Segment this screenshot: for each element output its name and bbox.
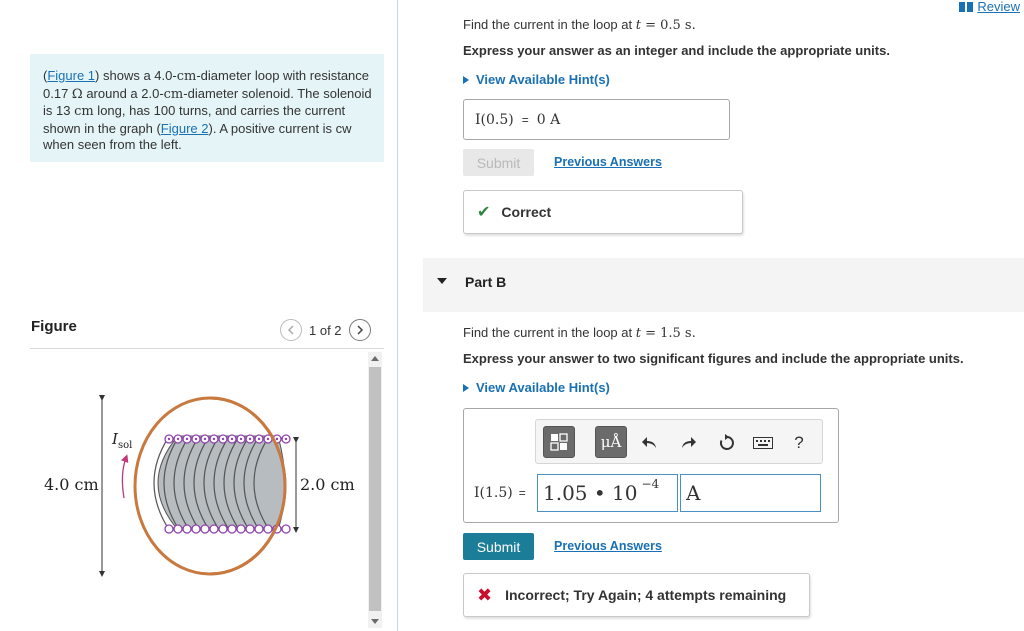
x-icon: ✖ xyxy=(477,584,493,605)
part-b-header[interactable] xyxy=(423,258,1024,312)
part-b-submit-button[interactable]: Submit xyxy=(463,533,534,560)
chevron-left-icon xyxy=(287,325,294,335)
part-b-value-input[interactable]: 1.05 • 10 −4 xyxy=(537,474,678,512)
unit-ohm: Ω xyxy=(71,86,83,102)
caret-right-icon xyxy=(463,75,469,84)
undo-icon[interactable] xyxy=(639,432,661,454)
help-icon[interactable]: ? xyxy=(788,432,810,454)
unit-cm: cm xyxy=(74,104,94,120)
left-panel: (Figure 1) shows a 4.0-cm-diameter loop … xyxy=(0,0,397,631)
equals-sign: = xyxy=(521,112,529,127)
part-a-previous-answers-link[interactable]: Previous Answers xyxy=(554,155,662,169)
math-toolbar: μÅ ? xyxy=(535,419,823,464)
templates-icon xyxy=(550,433,568,451)
figure-scrollbar[interactable] xyxy=(368,352,382,628)
figure-counter: 1 of 2 xyxy=(309,322,342,338)
part-b-title[interactable]: Part B xyxy=(465,274,506,290)
review-label[interactable]: Review xyxy=(977,0,1020,14)
checkmark-icon: ✔ xyxy=(477,204,491,221)
part-a-submit-button[interactable]: Submit xyxy=(463,149,534,176)
part-a-hint-toggle[interactable]: View Available Hint(s) xyxy=(463,72,610,87)
answer-label: I(0.5) xyxy=(475,111,514,128)
feedback-text: Correct xyxy=(501,204,552,220)
redo-icon[interactable] xyxy=(677,432,699,454)
prev-figure-button[interactable] xyxy=(280,319,302,341)
divider xyxy=(30,348,384,349)
unit-cm: cm xyxy=(176,69,197,84)
current-direction-arrow xyxy=(120,454,129,499)
value-mantissa: 1.05 • 10 xyxy=(543,481,638,505)
units-icon: μÅ xyxy=(600,433,622,451)
current-label: Isol xyxy=(111,430,132,451)
scroll-down-icon[interactable] xyxy=(371,619,379,624)
part-b-feedback: ✖ Incorrect; Try Again; 4 attempts remai… xyxy=(463,573,810,617)
problem-statement: (Figure 1) shows a 4.0-cm-diameter loop … xyxy=(30,54,384,162)
part-b-hint-toggle[interactable]: View Available Hint(s) xyxy=(463,380,610,395)
figure-heading: Figure xyxy=(31,318,77,335)
solenoid-diameter-label: 2.0 cm xyxy=(300,475,355,494)
unit-cm: cm xyxy=(163,86,184,102)
hint-label[interactable]: View Available Hint(s) xyxy=(476,380,610,395)
figure-1-link[interactable]: Figure 1 xyxy=(47,68,95,83)
book-icon xyxy=(959,1,974,12)
help-label[interactable]: ? xyxy=(794,433,803,453)
keyboard-icon[interactable] xyxy=(752,432,774,454)
reset-icon[interactable] xyxy=(716,432,738,454)
part-a-question: Find the current in the loop at t = 0.5 … xyxy=(463,17,696,33)
part-b-unit-input[interactable]: A xyxy=(680,474,821,512)
part-b-previous-answers-link[interactable]: Previous Answers xyxy=(554,539,662,553)
scroll-thumb[interactable] xyxy=(369,367,381,611)
answer-value: 0 A xyxy=(536,111,561,128)
part-a-answer-display: I(0.5) = 0 A xyxy=(463,99,730,140)
feedback-text: Incorrect; Try Again; 4 attempts remaini… xyxy=(505,587,787,603)
scroll-up-icon[interactable] xyxy=(371,356,379,361)
review-link[interactable]: Review xyxy=(959,0,1020,14)
problem-text: shows a 4.0- xyxy=(99,68,177,83)
part-b-instruction: Express your answer to two significant f… xyxy=(463,351,964,366)
next-figure-button[interactable] xyxy=(348,319,371,341)
solenoid-figure: 4.0 cm Isol 2.0 cm xyxy=(44,395,355,577)
caret-right-icon xyxy=(463,383,469,392)
figure-2-link[interactable]: Figure 2 xyxy=(161,121,209,136)
figure-pager: 1 of 2 xyxy=(280,318,371,342)
part-a-feedback: ✔ Correct xyxy=(463,190,743,234)
caret-down-icon[interactable] xyxy=(437,278,447,284)
part-a-instruction: Express your answer as an integer and in… xyxy=(463,43,890,58)
loop-diameter-label: 4.0 cm xyxy=(44,475,99,494)
chevron-right-icon xyxy=(357,325,363,335)
panel-divider xyxy=(397,0,398,631)
part-b-question: Find the current in the loop at t = 1.5 … xyxy=(463,325,696,341)
part-b-answer-label: I(1.5) = xyxy=(474,485,526,501)
value-exponent: −4 xyxy=(641,477,660,491)
templates-button[interactable] xyxy=(543,426,575,458)
problem-text: around a 2.0- xyxy=(82,85,164,101)
hint-label[interactable]: View Available Hint(s) xyxy=(476,72,610,87)
units-button[interactable]: μÅ xyxy=(595,426,627,458)
